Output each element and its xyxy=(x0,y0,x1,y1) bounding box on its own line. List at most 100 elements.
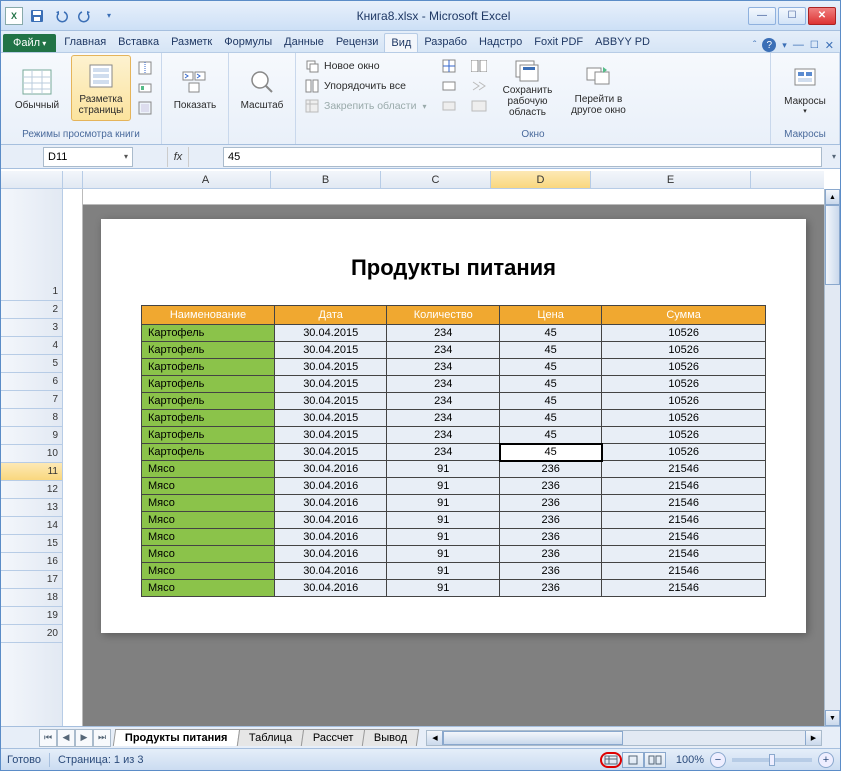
table-cell[interactable]: 234 xyxy=(387,359,500,376)
close-button[interactable]: ✕ xyxy=(808,7,836,25)
table-cell[interactable]: 45 xyxy=(500,325,602,342)
zoom-in-button[interactable]: + xyxy=(818,752,834,768)
table-cell[interactable]: 236 xyxy=(500,512,602,529)
table-cell[interactable]: 234 xyxy=(387,393,500,410)
table-cell[interactable]: Картофель xyxy=(142,325,275,342)
table-cell[interactable]: 45 xyxy=(500,359,602,376)
table-cell[interactable]: 21546 xyxy=(602,546,766,563)
table-cell[interactable]: 91 xyxy=(387,478,500,495)
ribbon-tab[interactable]: Формулы xyxy=(218,33,278,52)
table-cell[interactable]: Мясо xyxy=(142,461,275,478)
tab-first-icon[interactable]: ⏮ xyxy=(39,729,57,747)
table-cell[interactable]: Картофель xyxy=(142,410,275,427)
tab-prev-icon[interactable]: ◀ xyxy=(57,729,75,747)
page-layout-button[interactable]: Разметка страницы xyxy=(71,55,131,121)
table-header[interactable]: Количество xyxy=(387,306,500,325)
table-cell[interactable]: 21546 xyxy=(602,495,766,512)
ribbon-options-icon[interactable]: ▾ xyxy=(782,40,787,51)
row-header[interactable]: 18 xyxy=(1,589,62,607)
table-cell[interactable]: 30.04.2016 xyxy=(274,461,387,478)
zoom-thumb[interactable] xyxy=(769,754,775,766)
freeze-panes-button[interactable]: Закрепить области▾ xyxy=(302,97,429,115)
fx-button[interactable]: fx xyxy=(167,147,189,167)
maximize-button[interactable]: ☐ xyxy=(778,7,806,25)
table-cell[interactable]: 21546 xyxy=(602,580,766,597)
table-cell[interactable]: 30.04.2015 xyxy=(274,359,387,376)
table-cell[interactable]: 91 xyxy=(387,512,500,529)
file-tab[interactable]: Файл xyxy=(3,34,56,52)
row-header[interactable]: 14 xyxy=(1,517,62,535)
table-cell[interactable]: Картофель xyxy=(142,444,275,461)
table-cell[interactable]: 30.04.2015 xyxy=(274,376,387,393)
formula-expand-icon[interactable]: ▾ xyxy=(828,152,840,161)
table-cell[interactable]: 30.04.2016 xyxy=(274,512,387,529)
table-header[interactable]: Дата xyxy=(274,306,387,325)
table-cell[interactable]: 45 xyxy=(500,376,602,393)
new-window-button[interactable]: Новое окно xyxy=(302,57,429,75)
split-button[interactable] xyxy=(439,57,459,75)
ribbon-tab[interactable]: Вид xyxy=(384,33,418,52)
table-cell[interactable]: 236 xyxy=(500,461,602,478)
table-cell[interactable]: Картофель xyxy=(142,376,275,393)
macros-button[interactable]: Макросы ▾ xyxy=(777,55,833,121)
row-header[interactable]: 6 xyxy=(1,373,62,391)
zoom-level[interactable]: 100% xyxy=(676,754,704,766)
table-cell[interactable]: Картофель xyxy=(142,427,275,444)
table-cell[interactable]: 236 xyxy=(500,495,602,512)
page-canvas[interactable]: Продукты питания НаименованиеДатаКоличес… xyxy=(83,189,824,726)
row-header[interactable]: 2 xyxy=(1,301,62,319)
table-cell[interactable]: 10526 xyxy=(602,342,766,359)
doc-minimize-icon[interactable]: — xyxy=(793,39,804,51)
table-cell[interactable]: 10526 xyxy=(602,410,766,427)
zoom-slider[interactable] xyxy=(732,758,812,762)
table-cell[interactable]: 91 xyxy=(387,461,500,478)
unhide-button[interactable] xyxy=(439,97,459,115)
table-cell[interactable]: Мясо xyxy=(142,495,275,512)
row-header[interactable]: 20 xyxy=(1,625,62,643)
column-header[interactable]: D xyxy=(491,171,591,188)
table-cell[interactable]: 30.04.2015 xyxy=(274,342,387,359)
ribbon-tab[interactable]: Разрабо xyxy=(418,33,473,52)
ribbon-tab[interactable]: Главная xyxy=(58,33,112,52)
table-cell[interactable]: 30.04.2016 xyxy=(274,529,387,546)
table-header[interactable]: Сумма xyxy=(602,306,766,325)
save-icon[interactable] xyxy=(27,6,47,26)
vertical-scrollbar[interactable]: ▲ ▼ xyxy=(824,189,840,726)
column-header[interactable]: E xyxy=(591,171,751,188)
undo-icon[interactable] xyxy=(51,6,71,26)
table-cell[interactable]: 10526 xyxy=(602,427,766,444)
horizontal-scrollbar[interactable]: ◀ ▶ xyxy=(426,730,822,746)
table-cell[interactable]: 234 xyxy=(387,427,500,444)
normal-view-button[interactable]: Обычный xyxy=(7,55,67,121)
ribbon-tab[interactable]: Рецензи xyxy=(330,33,385,52)
redo-icon[interactable] xyxy=(75,6,95,26)
table-cell[interactable]: 236 xyxy=(500,563,602,580)
row-header[interactable]: 13 xyxy=(1,499,62,517)
table-cell[interactable]: 30.04.2015 xyxy=(274,325,387,342)
row-header[interactable]: 5 xyxy=(1,355,62,373)
show-button[interactable]: Показать xyxy=(168,55,222,121)
table-cell[interactable]: 21546 xyxy=(602,512,766,529)
table-cell[interactable]: Мясо xyxy=(142,478,275,495)
normal-view-status-icon[interactable] xyxy=(600,752,622,768)
table-cell[interactable]: 91 xyxy=(387,563,500,580)
zoom-out-button[interactable]: − xyxy=(710,752,726,768)
ribbon-tab[interactable]: ABBYY PD xyxy=(589,33,656,52)
table-cell[interactable]: Картофель xyxy=(142,359,275,376)
hscroll-right-icon[interactable]: ▶ xyxy=(805,731,821,745)
scroll-thumb[interactable] xyxy=(825,205,840,285)
table-cell[interactable]: 236 xyxy=(500,580,602,597)
select-all-corner[interactable] xyxy=(1,171,63,188)
row-header[interactable]: 4 xyxy=(1,337,62,355)
doc-restore-icon[interactable]: ☐ xyxy=(810,40,819,51)
column-header[interactable]: A xyxy=(141,171,271,188)
table-cell[interactable]: 30.04.2015 xyxy=(274,427,387,444)
table-header[interactable]: Наименование xyxy=(142,306,275,325)
table-cell[interactable]: 21546 xyxy=(602,461,766,478)
table-cell[interactable]: 91 xyxy=(387,546,500,563)
custom-views-button[interactable] xyxy=(135,79,155,97)
table-cell[interactable]: 91 xyxy=(387,495,500,512)
ribbon-minimize-icon[interactable]: ˆ xyxy=(753,40,756,51)
formula-input[interactable]: 45 xyxy=(223,147,822,167)
table-cell[interactable]: 45 xyxy=(500,410,602,427)
